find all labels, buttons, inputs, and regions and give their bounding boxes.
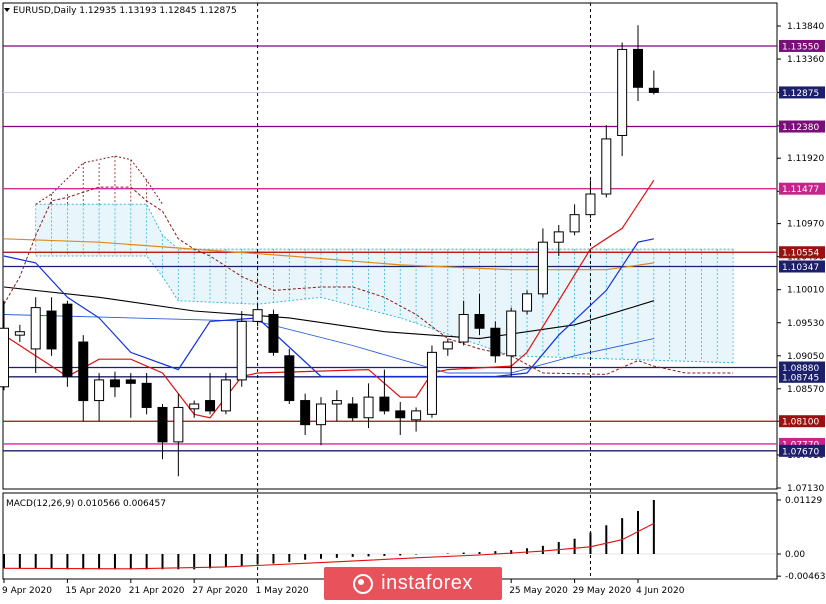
candle-body [141, 382, 152, 408]
macd-y-tick-label: 0.01129 [785, 496, 822, 506]
macd-title: MACD(12,26,9) 0.010566 0.006457 [6, 499, 166, 509]
y-tick-label: 1.10970 [787, 220, 824, 230]
candle-body [617, 48, 628, 136]
candle-body [189, 403, 200, 410]
x-tick-label: 27 Apr 2020 [192, 586, 248, 596]
price-level-label: 1.11477 [782, 185, 819, 195]
price-level-label: 1.08100 [782, 418, 819, 428]
candle-body [0, 327, 9, 388]
candle-body [601, 138, 612, 195]
candle-body [94, 379, 105, 402]
candle-body [474, 313, 485, 329]
x-tick-label: 4 Jun 2020 [636, 586, 685, 596]
chart-header: EURUSD,Daily 1.12935 1.13193 1.12845 1.1… [13, 6, 237, 16]
x-tick-label: 15 Apr 2020 [65, 586, 121, 596]
candle-body [220, 379, 231, 412]
candle-body [569, 214, 580, 233]
candle-body [648, 87, 659, 93]
x-tick-label: 1 May 2020 [256, 586, 309, 596]
candle-body [78, 341, 89, 402]
y-tick-label: 1.13840 [787, 22, 824, 32]
candle-body [379, 396, 390, 412]
price-level-label: 1.12875 [782, 89, 819, 99]
y-tick-label: 1.07130 [787, 484, 824, 494]
candle-body [300, 400, 311, 426]
chart-svg: 1.138401.133601.128751.123901.119201.114… [0, 2, 826, 596]
price-level-label: 1.10347 [782, 263, 819, 273]
candle-body [252, 309, 263, 322]
candle-body [506, 310, 517, 357]
price-level-label: 1.08745 [782, 373, 819, 383]
candle-body [442, 341, 453, 350]
candle-body [109, 379, 120, 388]
chart-root: 1.138401.133601.128751.123901.119201.114… [0, 0, 826, 600]
y-tick-label: 1.09530 [787, 319, 824, 329]
y-tick-label: 1.11920 [787, 154, 824, 164]
candle-body [553, 231, 564, 243]
macd-y-tick-label: 0.00 [785, 550, 805, 560]
candle-body [363, 396, 374, 419]
candle-body [316, 403, 326, 426]
candle-body [490, 327, 501, 357]
candle-body [157, 406, 168, 443]
y-tick-label: 1.13360 [787, 55, 824, 65]
price-level-label: 1.13550 [782, 42, 819, 52]
candle-body [62, 303, 73, 377]
candle-body [395, 410, 406, 419]
candle-body [46, 310, 57, 350]
price-level-label: 1.07670 [782, 447, 819, 457]
candle-body [537, 241, 548, 295]
candle-body [30, 307, 41, 350]
price-level-label: 1.12380 [782, 123, 819, 133]
candle-body [268, 313, 279, 353]
candle-body [331, 400, 342, 405]
candle-body [426, 351, 437, 415]
candle-body [585, 193, 596, 216]
watermark-banner: instaforex [324, 567, 502, 600]
candle-body [125, 379, 136, 384]
candle-body [347, 403, 358, 419]
candle-body [458, 313, 469, 343]
x-tick-label: 25 May 2020 [509, 586, 568, 596]
watermark-text: instaforex [381, 572, 473, 594]
y-tick-label: 1.10010 [787, 286, 824, 296]
candle-body [173, 406, 184, 443]
x-tick-label: 9 Apr 2020 [2, 586, 52, 596]
y-tick-label: 1.08570 [787, 385, 824, 395]
candle-body [633, 48, 643, 88]
candle-body [522, 293, 533, 312]
instaforex-logo-icon [353, 573, 374, 594]
candle-body [284, 355, 295, 402]
candle-body [411, 410, 422, 421]
candle-body [236, 320, 247, 381]
x-tick-label: 29 May 2020 [573, 586, 632, 596]
price-level-label: 1.10554 [782, 249, 819, 259]
y-tick-label: 1.09050 [787, 352, 824, 362]
x-tick-label: 21 Apr 2020 [129, 586, 185, 596]
macd-y-tick-label: -0.004632 [785, 572, 826, 582]
candle-body [205, 400, 216, 412]
candle-body [14, 331, 25, 336]
